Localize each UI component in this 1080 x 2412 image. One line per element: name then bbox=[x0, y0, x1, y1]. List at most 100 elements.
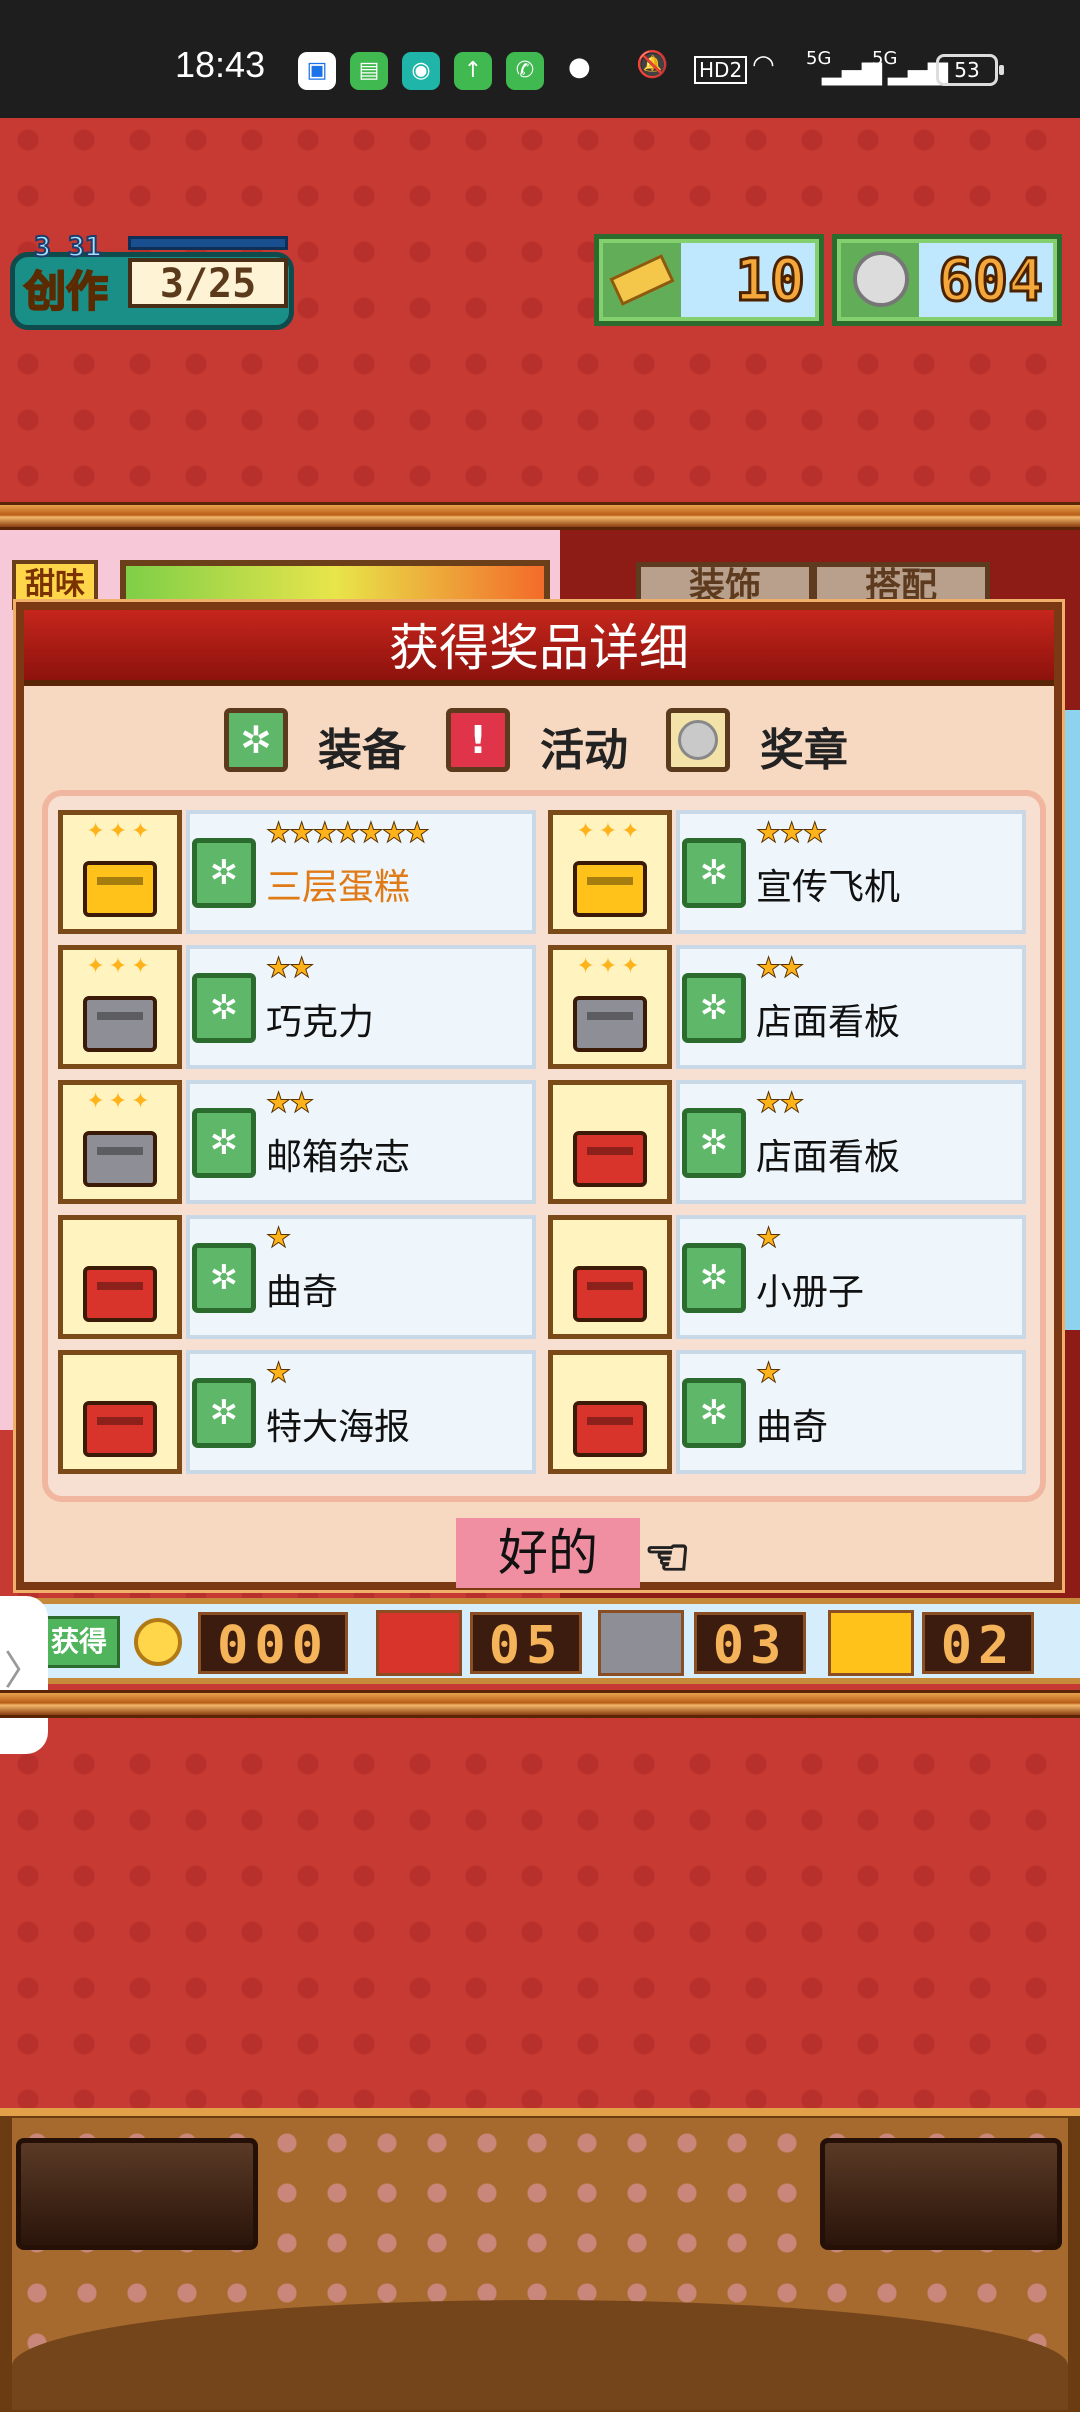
prize-item[interactable]: ✲ ★ 特大海报 bbox=[58, 1350, 538, 1474]
prize-item[interactable]: ✲ ★ 曲奇 bbox=[548, 1350, 1028, 1474]
red-chest-icon bbox=[548, 1350, 672, 1474]
bottom-left-button[interactable] bbox=[16, 2138, 258, 2250]
status-bar: 18:43 ▣ ▤ ◉ ↑ ✆ ● 🔕 HD2 ◠ 5G ▂▄▆ 5G ▂▄▆ … bbox=[0, 0, 1080, 118]
prize-info: ✲ ★★ 邮箱杂志 bbox=[186, 1080, 536, 1204]
chest-band bbox=[587, 1282, 633, 1290]
prize-item[interactable]: ✦✦✦ ✲ ★★ 店面看板 bbox=[548, 945, 1028, 1069]
red-chest-count: 05 bbox=[470, 1612, 582, 1676]
prize-name: 邮箱杂志 bbox=[266, 1137, 411, 1178]
red-chest-icon bbox=[376, 1610, 462, 1676]
chest-body bbox=[83, 1401, 157, 1457]
sparkle-icon: ✦✦✦ bbox=[576, 954, 644, 979]
prize-stars: ★★ bbox=[755, 951, 804, 985]
coin-count: 604 bbox=[919, 243, 1053, 317]
prize-info: ✲ ★★ 店面看板 bbox=[676, 1080, 1026, 1204]
prize-item[interactable]: ✦✦✦ ✲ ★★★★★★★ 三层蛋糕 bbox=[58, 810, 538, 934]
create-label: 创作 bbox=[23, 266, 109, 317]
gold-coin-icon bbox=[134, 1618, 182, 1666]
legend-equipment-label: 装备 bbox=[318, 725, 406, 776]
silver-coin-icon bbox=[841, 243, 921, 317]
sparkle-icon: ✦✦✦ bbox=[86, 954, 154, 979]
chest-body bbox=[83, 996, 157, 1052]
gear-icon: ✲ bbox=[192, 1108, 256, 1178]
prize-item[interactable]: ✦✦✦ ✲ ★★★ 宣传飞机 bbox=[548, 810, 1028, 934]
hd-icon: HD2 bbox=[694, 56, 748, 84]
silver-chest-icon: ✦✦✦ bbox=[58, 1080, 182, 1204]
chest-band bbox=[587, 877, 633, 885]
prize-stars: ★★★★★★★ bbox=[266, 816, 431, 850]
gear-icon: ✲ bbox=[224, 708, 288, 772]
create-progress-bar bbox=[128, 236, 288, 250]
prize-stars: ★★ bbox=[265, 951, 314, 985]
chest-band bbox=[97, 1012, 143, 1020]
prize-item[interactable]: ✦✦✦ ✲ ★★ 邮箱杂志 bbox=[58, 1080, 538, 1204]
chest-band bbox=[97, 1147, 143, 1155]
prize-info: ✲ ★ 小册子 bbox=[676, 1215, 1026, 1339]
coin-counter[interactable]: 604 bbox=[832, 234, 1062, 326]
gear-icon: ✲ bbox=[192, 1378, 256, 1448]
gear-icon: ✲ bbox=[192, 838, 256, 908]
prize-item[interactable]: ✲ ★★ 店面看板 bbox=[548, 1080, 1028, 1204]
status-time: 18:43 bbox=[175, 44, 266, 85]
acquired-strip: 获得 000 05 03 02 bbox=[0, 1598, 1080, 1684]
prize-name: 小册子 bbox=[756, 1272, 865, 1313]
chest-band bbox=[97, 877, 143, 885]
app-icon: ▣ bbox=[298, 52, 336, 90]
battery-indicator: 53 bbox=[936, 54, 1004, 86]
prize-legend: ✲ 装备 ! 活动 奖章 bbox=[24, 696, 1054, 780]
prize-details-dialog: 获得奖品详细 ✲ 装备 ! 活动 奖章 ✦✦✦ ✲ ★★★★★★★ 三层蛋糕 ✦✦✦ ✲ ★… bbox=[16, 602, 1062, 1590]
prize-item[interactable]: ✦✦✦ ✲ ★★ 巧克力 bbox=[58, 945, 538, 1069]
ticket-counter[interactable]: 10 bbox=[594, 234, 824, 326]
prize-name: 曲奇 bbox=[756, 1407, 829, 1448]
red-chest-icon bbox=[548, 1080, 672, 1204]
ok-button[interactable]: 好的 bbox=[456, 1518, 640, 1588]
sparkle-icon: ✦✦✦ bbox=[576, 819, 644, 844]
coin-acquired-count: 000 bbox=[198, 1612, 348, 1676]
gear-icon: ✲ bbox=[682, 838, 746, 908]
chest-body bbox=[573, 1401, 647, 1457]
prize-stars: ★★ bbox=[265, 1086, 314, 1120]
create-counter[interactable]: 3 31 创作 3/25 bbox=[10, 229, 294, 330]
prize-stars: ★ bbox=[755, 1356, 781, 1390]
gold-chest-icon: ✦✦✦ bbox=[58, 810, 182, 934]
chest-body bbox=[83, 1131, 157, 1187]
chest-body bbox=[83, 1266, 157, 1322]
gold-chest-count: 02 bbox=[922, 1612, 1034, 1676]
legend-event-label: 活动 bbox=[540, 725, 628, 776]
gear-icon: ✲ bbox=[682, 973, 746, 1043]
prize-info: ✲ ★★ 店面看板 bbox=[676, 945, 1026, 1069]
prize-name: 曲奇 bbox=[266, 1272, 339, 1313]
prize-item[interactable]: ✲ ★ 小册子 bbox=[548, 1215, 1028, 1339]
red-chest-icon bbox=[548, 1215, 672, 1339]
dialog-title: 获得奖品详细 bbox=[24, 610, 1054, 686]
chest-body bbox=[573, 1131, 647, 1187]
silver-chest-icon bbox=[598, 1610, 684, 1676]
silver-chest-count: 03 bbox=[694, 1612, 806, 1676]
chat-icon: ◉ bbox=[402, 52, 440, 90]
gear-icon: ✲ bbox=[682, 1378, 746, 1448]
wifi-icon: ◠ bbox=[752, 50, 775, 80]
bottom-border-stripe bbox=[0, 1690, 1080, 1718]
ticket-icon bbox=[603, 243, 683, 317]
upload-icon: ↑ bbox=[454, 52, 492, 90]
prize-grid: ✦✦✦ ✲ ★★★★★★★ 三层蛋糕 ✦✦✦ ✲ ★★★ 宣传飞机 ✦✦✦ ✲ ★★ 巧克力 ✦✦✦ ✲ ★… bbox=[42, 790, 1046, 1502]
prize-info: ✲ ★ 特大海报 bbox=[186, 1350, 536, 1474]
chest-body bbox=[573, 1266, 647, 1322]
chest-body bbox=[573, 861, 647, 917]
silver-chest-icon: ✦✦✦ bbox=[548, 945, 672, 1069]
side-drawer-handle[interactable]: 〉 bbox=[0, 1596, 48, 1754]
sparkle-icon: ✦✦✦ bbox=[86, 819, 154, 844]
prize-stars: ★ bbox=[265, 1356, 291, 1390]
chest-body bbox=[83, 861, 157, 917]
prize-name: 店面看板 bbox=[756, 1002, 901, 1043]
phone-icon: ✆ bbox=[506, 52, 544, 90]
prize-item[interactable]: ✲ ★ 曲奇 bbox=[58, 1215, 538, 1339]
prize-info: ✲ ★★ 巧克力 bbox=[186, 945, 536, 1069]
red-chest-icon bbox=[58, 1215, 182, 1339]
bottom-right-button[interactable] bbox=[820, 2138, 1062, 2250]
gear-icon: ✲ bbox=[682, 1243, 746, 1313]
ticket-count: 10 bbox=[681, 243, 815, 317]
gear-icon: ✲ bbox=[192, 1243, 256, 1313]
prize-info: ✲ ★★★★★★★ 三层蛋糕 bbox=[186, 810, 536, 934]
pointing-hand-icon: ☜ bbox=[643, 1527, 692, 1589]
